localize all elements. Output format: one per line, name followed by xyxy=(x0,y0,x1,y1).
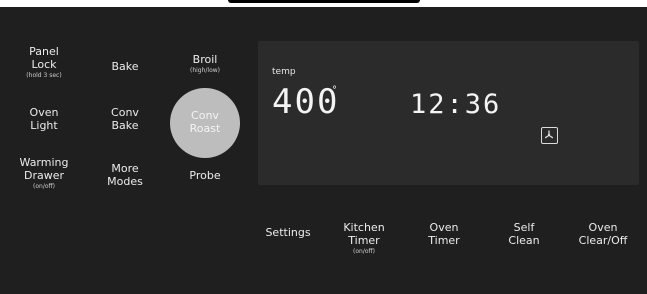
clock-readout: 12:36 xyxy=(410,89,502,120)
warming-drawer-key[interactable]: Warming Drawer (on/off) xyxy=(4,156,84,191)
bake-label: Bake xyxy=(111,60,139,73)
broil-label: Broil xyxy=(192,53,218,66)
conv-bake-key[interactable]: Conv Bake xyxy=(85,106,165,132)
bake-key[interactable]: Bake xyxy=(85,60,165,73)
settings-key[interactable]: Settings xyxy=(248,226,328,239)
kitchen-timer-key[interactable]: Kitchen Timer (on/off) xyxy=(324,221,404,256)
self-clean-key[interactable]: Self Clean xyxy=(484,221,564,247)
top-bezel xyxy=(0,0,647,7)
settings-label: Settings xyxy=(265,226,311,239)
panel-lock-sub: (hold 3 sec) xyxy=(26,72,62,79)
oven-clear-off-label: Oven Clear/Off xyxy=(578,221,628,247)
kitchen-timer-label: Kitchen Timer xyxy=(343,221,385,247)
self-clean-label: Self Clean xyxy=(508,221,540,247)
conv-roast-label: Conv Roast xyxy=(189,109,221,135)
oven-clear-off-key[interactable]: Oven Clear/Off xyxy=(563,221,643,247)
degree-symbol: ° xyxy=(332,85,337,96)
oven-timer-label: Oven Timer xyxy=(428,221,460,247)
broil-key[interactable]: Broil (high/low) xyxy=(165,53,245,75)
more-modes-key[interactable]: More Modes xyxy=(85,162,165,188)
oven-light-label: Oven Light xyxy=(29,106,59,132)
probe-label: Probe xyxy=(189,169,221,182)
fan-icon xyxy=(541,127,558,144)
panel-lock-key[interactable]: Panel Lock (hold 3 sec) xyxy=(4,45,84,80)
broil-sub: (high/low) xyxy=(189,67,221,74)
warming-drawer-label: Warming Drawer xyxy=(19,156,69,182)
temperature-readout: 400 xyxy=(272,82,340,122)
warming-drawer-sub: (on/off) xyxy=(33,183,55,190)
conv-roast-key[interactable]: Conv Roast xyxy=(170,88,240,158)
conv-bake-label: Conv Bake xyxy=(111,106,139,132)
oven-light-key[interactable]: Oven Light xyxy=(4,106,84,132)
temp-label: temp xyxy=(272,67,296,77)
oven-display: temp 400 ° 12:36 xyxy=(258,41,639,185)
panel-lock-label: Panel Lock xyxy=(29,45,59,71)
probe-key[interactable]: Probe xyxy=(165,169,245,182)
kitchen-timer-sub: (on/off) xyxy=(353,248,375,255)
more-modes-label: More Modes xyxy=(107,162,143,188)
oven-timer-key[interactable]: Oven Timer xyxy=(404,221,484,247)
